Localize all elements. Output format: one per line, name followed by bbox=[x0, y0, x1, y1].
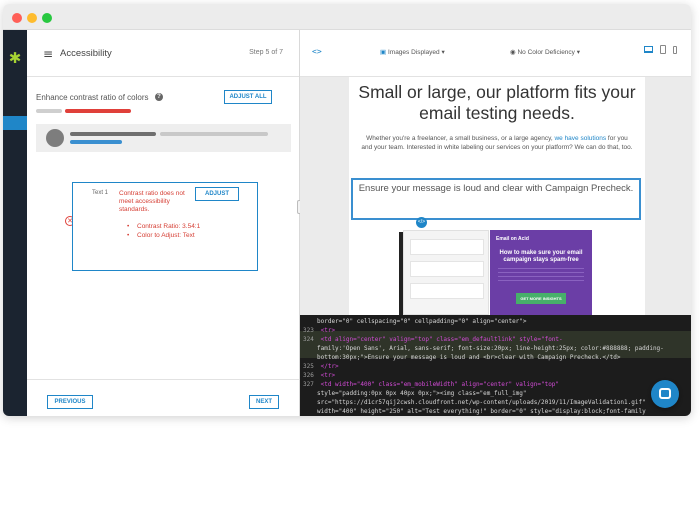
placeholder-avatar bbox=[46, 129, 64, 147]
window-titlebar bbox=[3, 4, 691, 30]
hamburger-menu-icon[interactable]: ≡ bbox=[43, 48, 53, 60]
code-line-text: <td align="center" valign="top" class="e… bbox=[317, 336, 563, 343]
app-sidebar-rail: ✱ bbox=[3, 30, 27, 416]
code-line: 325 </tr> bbox=[300, 362, 691, 371]
code-line-number: 326 bbox=[303, 372, 314, 379]
chevron-down-icon: ▾ bbox=[576, 49, 580, 56]
code-line-text: src="https://d1cr57qij2cwsh.cloudfront.n… bbox=[317, 399, 646, 406]
minimize-window-button[interactable] bbox=[27, 13, 37, 23]
color-deficiency-dropdown[interactable]: ◉ No Color Deficiency ▾ bbox=[510, 48, 580, 56]
code-line-text: </tr> bbox=[317, 363, 339, 370]
code-line: style="padding:0px 0px 40px 0px;"><img c… bbox=[300, 389, 691, 398]
chevron-down-icon: ▾ bbox=[441, 49, 445, 56]
code-line-text: <tr> bbox=[317, 327, 336, 334]
code-line: 327 <td width="400" class="em_mobileWidt… bbox=[300, 380, 691, 389]
panel-footer: PREVIOUS NEXT bbox=[27, 379, 299, 416]
code-line-text: border="0" cellspacing="0" cellpadding="… bbox=[317, 318, 527, 325]
code-line: src="https://d1cr57qij2cwsh.cloudfront.n… bbox=[300, 398, 691, 407]
email-preview-panel: <> ▣ Images Displayed ▾ ◉ No Color Defic… bbox=[300, 30, 691, 416]
code-line: width="400" height="250" alt="Test every… bbox=[300, 407, 691, 416]
code-line-text: <tr> bbox=[317, 372, 336, 379]
solutions-link[interactable]: we have solutions bbox=[554, 135, 606, 142]
issue-severity-bar bbox=[65, 109, 131, 113]
code-line-text: family:'Open Sans', Arial, sans-serif; f… bbox=[317, 345, 664, 352]
active-step-marker bbox=[3, 116, 27, 130]
panel-title: Accessibility bbox=[60, 48, 112, 59]
mock-cta-button: GET MORE INSIGHTS bbox=[516, 293, 566, 304]
code-line-number: 324 bbox=[303, 336, 314, 343]
email-headline: Small or large, our platform fits your e… bbox=[358, 82, 636, 123]
placeholder-line bbox=[160, 132, 268, 136]
images-displayed-dropdown[interactable]: ▣ Images Displayed ▾ bbox=[380, 48, 445, 56]
accessibility-panel: ≡ Accessibility Step 5 of 7 Enhance cont… bbox=[27, 30, 299, 416]
issue-message: Contrast ratio does not meet accessibili… bbox=[119, 190, 185, 213]
images-dropdown-label: Images Displayed bbox=[387, 49, 440, 56]
loading-placeholder-card bbox=[36, 124, 291, 152]
code-line-text: style="padding:0px 0px 40px 0px;"><img c… bbox=[317, 390, 527, 397]
preview-toolbar: <> ▣ Images Displayed ▾ ◉ No Color Defic… bbox=[300, 30, 691, 77]
mock-email-text bbox=[498, 268, 584, 284]
panel-header: ≡ Accessibility Step 5 of 7 bbox=[27, 30, 299, 77]
adjust-all-button[interactable]: ADJUST ALL bbox=[224, 90, 272, 104]
mobile-view-icon[interactable] bbox=[673, 46, 677, 54]
mock-code-icon: </> bbox=[416, 217, 427, 228]
code-toggle-icon[interactable]: <> bbox=[312, 47, 322, 56]
highlighted-element[interactable]: Ensure your message is loud and clear wi… bbox=[351, 178, 641, 220]
next-button[interactable]: NEXT bbox=[249, 395, 279, 409]
placeholder-line bbox=[70, 140, 122, 144]
chat-icon bbox=[659, 388, 671, 399]
mock-inbox-row bbox=[410, 283, 484, 299]
adjust-button[interactable]: ADJUST bbox=[195, 187, 239, 201]
mock-inbox-image bbox=[403, 230, 489, 315]
desktop-view-icon[interactable] bbox=[644, 46, 653, 53]
mock-inbox-row bbox=[410, 261, 484, 277]
contrast-issue-card[interactable]: Text 1 Contrast ratio does not meet acce… bbox=[72, 182, 258, 271]
maximize-window-button[interactable] bbox=[42, 13, 52, 23]
step-indicator: Step 5 of 7 bbox=[249, 49, 283, 56]
help-icon[interactable]: ? bbox=[155, 93, 163, 101]
issue-details-list: Contrast Ratio: 3.54:1 Color to Adjust: … bbox=[127, 223, 207, 241]
placeholder-bar bbox=[36, 109, 62, 113]
code-line: bottom:30px;">Ensure your message is lou… bbox=[300, 353, 691, 362]
code-line-number: 325 bbox=[303, 363, 314, 370]
email-body-part: Whether you're a freelancer, a small bus… bbox=[366, 135, 555, 142]
code-line: 324 <td align="center" valign="top" clas… bbox=[300, 335, 691, 344]
issue-element-label: Text 1 bbox=[92, 190, 109, 196]
mock-inbox-row bbox=[410, 239, 484, 255]
placeholder-line bbox=[70, 132, 156, 136]
code-line-text: width="400" height="250" alt="Test every… bbox=[317, 408, 646, 415]
app-window: ✱ ≡ Accessibility Step 5 of 7 Enhance co… bbox=[3, 4, 691, 416]
mock-brand-logo: Email on Acid bbox=[496, 236, 529, 242]
eye-icon: ◉ bbox=[510, 49, 516, 56]
app-logo-icon[interactable]: ✱ bbox=[7, 50, 23, 66]
code-line-text: bottom:30px;">Ensure your message is lou… bbox=[317, 354, 621, 361]
previous-button[interactable]: PREVIOUS bbox=[47, 395, 93, 409]
code-line-number: 323 bbox=[303, 327, 314, 334]
image-icon: ▣ bbox=[380, 49, 387, 56]
section-title: Enhance contrast ratio of colors bbox=[36, 93, 149, 102]
close-window-button[interactable] bbox=[12, 13, 22, 23]
code-line-text: <td width="400" class="em_mobileWidth" a… bbox=[317, 381, 560, 388]
code-line: border="0" cellspacing="0" cellpadding="… bbox=[300, 317, 691, 326]
code-line-number: 327 bbox=[303, 381, 314, 388]
issue-detail-contrast-ratio: Contrast Ratio: 3.54:1 bbox=[127, 223, 207, 231]
email-body-text: Whether you're a freelancer, a small bus… bbox=[361, 134, 633, 152]
issue-detail-color-to-adjust: Color to Adjust: Text bbox=[127, 232, 207, 240]
mock-email-image: Email on Acid How to make sure your emai… bbox=[490, 230, 592, 315]
code-line: 323 <tr> bbox=[300, 326, 691, 335]
chat-support-button[interactable] bbox=[651, 380, 679, 408]
color-dropdown-label: No Color Deficiency bbox=[517, 49, 575, 56]
email-render: Small or large, our platform fits your e… bbox=[349, 77, 645, 315]
source-code-panel[interactable]: border="0" cellspacing="0" cellpadding="… bbox=[300, 315, 691, 416]
tablet-view-icon[interactable] bbox=[660, 45, 666, 54]
mock-email-heading: How to make sure your email campaign sta… bbox=[499, 250, 583, 263]
code-line: family:'Open Sans', Arial, sans-serif; f… bbox=[300, 344, 691, 353]
highlighted-text: Ensure your message is loud and clear wi… bbox=[358, 183, 634, 194]
code-line: 326 <tr> bbox=[300, 371, 691, 380]
